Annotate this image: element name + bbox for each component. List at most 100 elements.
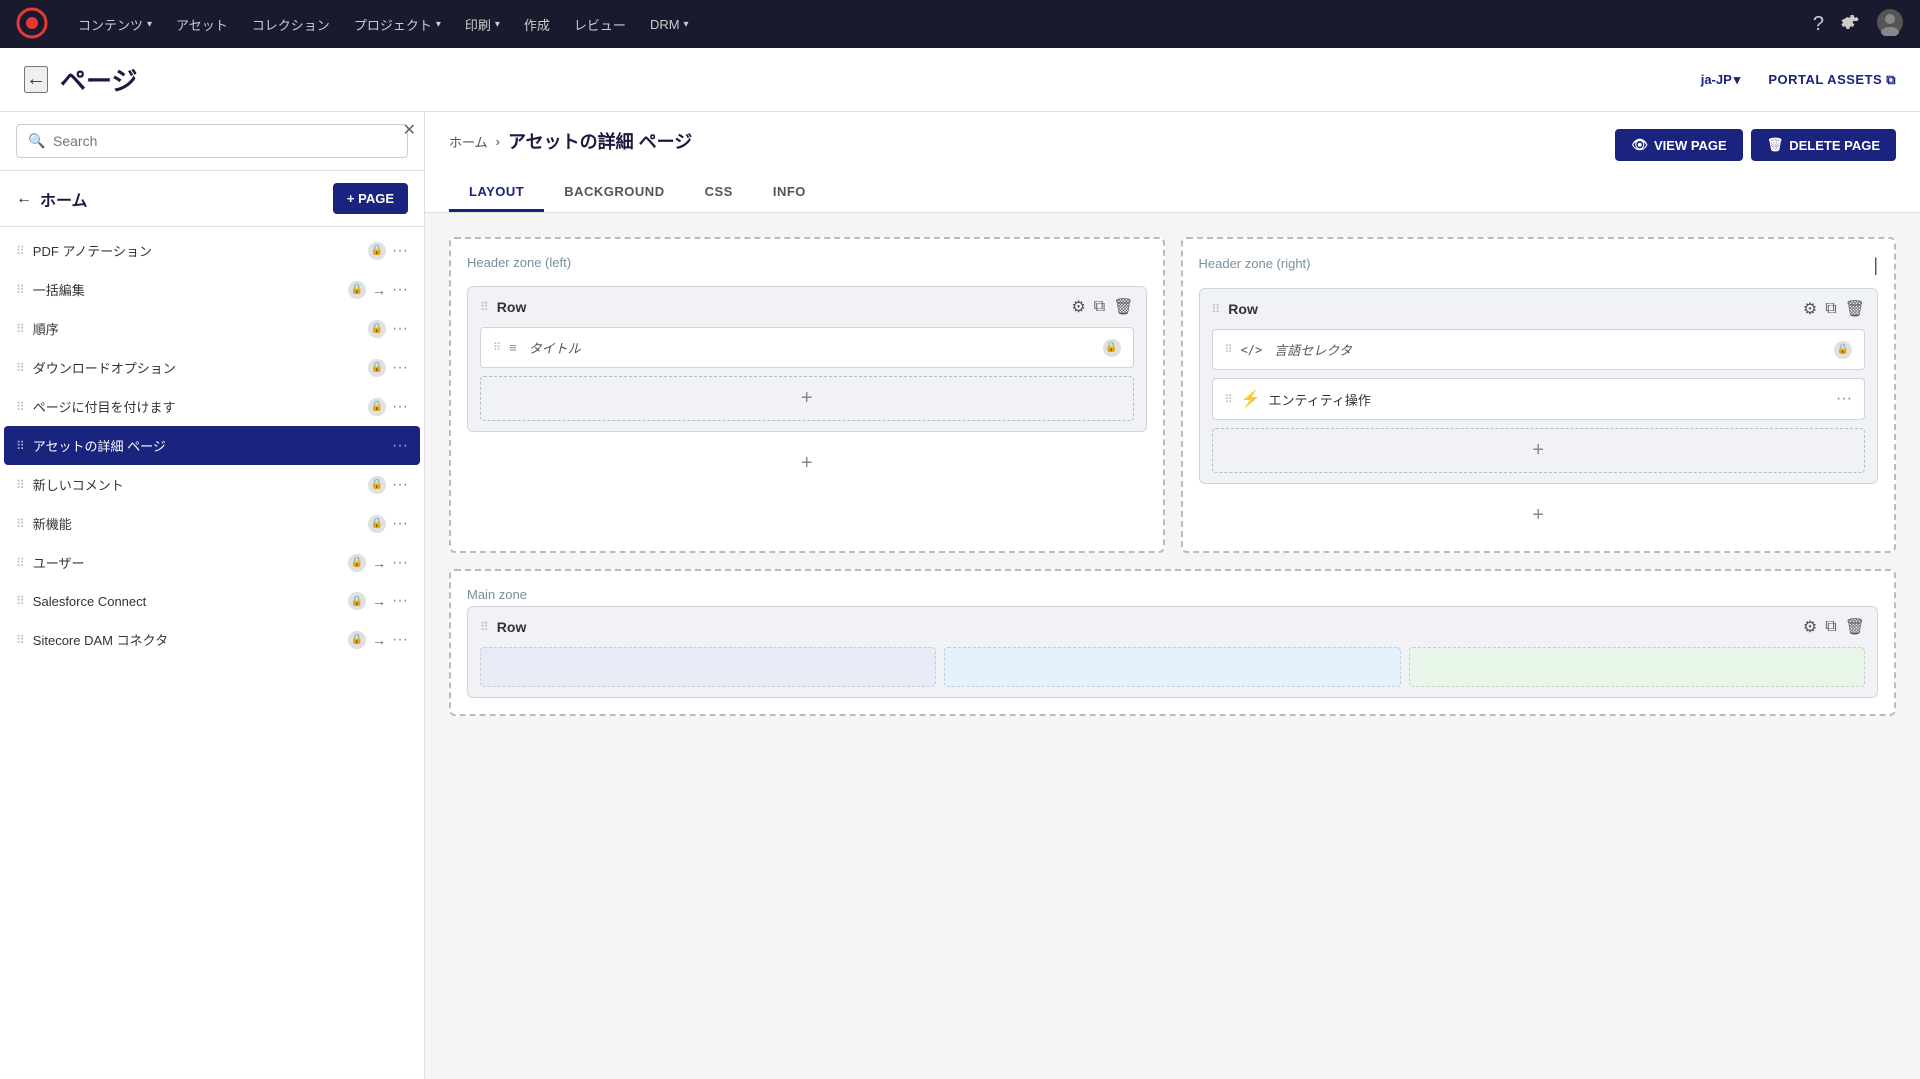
trash-icon: 🗑	[1767, 137, 1784, 153]
portal-assets-button[interactable]: PORTAL ASSETS ⧉	[1768, 72, 1896, 88]
search-input[interactable]	[16, 124, 408, 158]
row-card-main: ⠿ Row ⚙ ⧉ 🗑	[467, 606, 1878, 698]
lock-icon: 🔒	[368, 476, 386, 494]
sidebar-item-order[interactable]: ⠿ 順序 🔒 ···	[4, 309, 420, 348]
lock-icon: 🔒	[348, 554, 366, 572]
delete-page-button[interactable]: 🗑 DELETE PAGE	[1751, 129, 1896, 161]
drag-handle-icon: ⠿	[16, 594, 25, 608]
lock-icon: 🔒	[368, 320, 386, 338]
app-logo[interactable]	[16, 7, 64, 42]
row-copy-button[interactable]: ⧉	[1094, 298, 1105, 316]
more-options-icon[interactable]: ···	[392, 631, 408, 649]
sidebar-item-new-features[interactable]: ⠿ 新機能 🔒 ···	[4, 504, 420, 543]
action-buttons: 👁 VIEW PAGE 🗑 DELETE PAGE	[1615, 129, 1896, 161]
breadcrumb-home[interactable]: ホーム	[449, 132, 488, 151]
add-component-in-row-right-button[interactable]: +	[1212, 428, 1866, 473]
lock-icon: 🔒	[348, 631, 366, 649]
nav-contents[interactable]: コンテンツ ▾	[68, 9, 162, 40]
locale-selector[interactable]: ja-JP ▾	[1701, 72, 1741, 88]
lock-icon: 🔒	[348, 592, 366, 610]
entity-more-options-icon[interactable]: ···	[1836, 390, 1852, 408]
breadcrumb-separator: ›	[496, 134, 500, 149]
row-settings-button[interactable]: ⚙	[1071, 297, 1085, 317]
add-row-button-right[interactable]: +	[1199, 496, 1879, 535]
print-dropdown-arrow: ▾	[495, 19, 500, 30]
top-navigation: コンテンツ ▾ アセット コレクション プロジェクト ▾ 印刷 ▾ 作成 レビュ…	[0, 0, 1920, 48]
tab-layout[interactable]: LAYOUT	[449, 174, 544, 212]
back-button[interactable]: ←	[24, 66, 48, 93]
lock-icon: 🔒	[368, 515, 386, 533]
sidebar-item-asset-detail[interactable]: ⠿ アセットの詳細 ページ ···	[4, 426, 420, 465]
lock-icon: 🔒	[368, 242, 386, 260]
add-row-button-left[interactable]: +	[467, 444, 1147, 483]
add-component-in-row-button[interactable]: +	[480, 376, 1134, 421]
plus-icon: +	[801, 387, 813, 410]
row-actions-right: ⚙ ⧉ 🗑	[1803, 299, 1865, 319]
more-options-icon[interactable]: ···	[392, 320, 408, 338]
component-label: タイトル	[529, 338, 1095, 357]
more-options-icon[interactable]: ···	[392, 359, 408, 377]
sidebar-home-nav[interactable]: ← ホーム	[16, 187, 88, 211]
row-title: Row	[497, 299, 1064, 315]
sidebar-close-button[interactable]: ✕	[403, 120, 416, 140]
lock-icon: 🔒	[348, 281, 366, 299]
sidebar-item-bulk-edit[interactable]: ⠿ 一括編集 🔒 → ···	[4, 270, 420, 309]
drm-dropdown-arrow: ▾	[684, 19, 689, 30]
row-settings-button[interactable]: ⚙	[1803, 299, 1817, 319]
eye-icon: 👁	[1631, 137, 1648, 153]
row-title-main: Row	[497, 619, 1795, 635]
row-drag-handle-icon: ⠿	[1212, 302, 1221, 316]
view-page-button[interactable]: 👁 VIEW PAGE	[1615, 129, 1742, 161]
more-options-icon[interactable]: ···	[392, 554, 408, 572]
sidebar-item-download-options[interactable]: ⠿ ダウンロードオプション 🔒 ···	[4, 348, 420, 387]
sidebar-item-bookmarks[interactable]: ⠿ ページに付目を付けます 🔒 ···	[4, 387, 420, 426]
nav-drm[interactable]: DRM ▾	[640, 11, 699, 38]
more-options-icon[interactable]: ···	[392, 476, 408, 494]
more-options-icon[interactable]: ···	[392, 281, 408, 299]
tab-info[interactable]: INFO	[753, 174, 826, 212]
projects-dropdown-arrow: ▾	[436, 19, 441, 30]
main-column-3	[1409, 647, 1865, 687]
nav-arrow-icon: →	[372, 282, 386, 298]
help-icon[interactable]: ?	[1813, 13, 1824, 36]
nav-review[interactable]: レビュー	[564, 9, 636, 40]
more-options-icon[interactable]: ···	[392, 592, 408, 610]
sidebar-item-salesforce-connect[interactable]: ⠿ Salesforce Connect 🔒 → ···	[4, 582, 420, 620]
nav-collections[interactable]: コレクション	[242, 9, 340, 40]
add-page-button[interactable]: + PAGE	[333, 183, 408, 214]
user-avatar[interactable]	[1876, 8, 1904, 41]
row-delete-button[interactable]: 🗑	[1113, 297, 1133, 317]
header-zone-right-label-row: Header zone (right) |	[1199, 255, 1879, 276]
sidebar-item-sitecore-dam[interactable]: ⠿ Sitecore DAM コネクタ 🔒 → ···	[4, 620, 420, 659]
content-header: ホーム › アセットの詳細 ページ 👁 VIEW PAGE 🗑 DELETE P…	[425, 112, 1920, 213]
component-entity-operations: ⠿ ⚡ エンティティ操作 ···	[1212, 378, 1866, 420]
header-zone-right: Header zone (right) | ⠿ Row ⚙ ⧉	[1181, 237, 1897, 553]
more-options-icon[interactable]: ···	[392, 437, 408, 455]
top-zones: Header zone (left) ⠿ Row ⚙ ⧉ 🗑	[449, 237, 1896, 553]
breadcrumb: ホーム › アセットの詳細 ページ	[449, 128, 692, 154]
sidebar-item-label: Sitecore DAM コネクタ	[33, 630, 342, 649]
nav-print[interactable]: 印刷 ▾	[455, 9, 510, 40]
nav-projects[interactable]: プロジェクト ▾	[344, 9, 451, 40]
tab-background[interactable]: BACKGROUND	[544, 174, 684, 212]
main-column-1	[480, 647, 936, 687]
nav-arrow-icon: →	[372, 555, 386, 571]
entity-label: エンティティ操作	[1268, 390, 1828, 409]
more-options-icon[interactable]: ···	[392, 515, 408, 533]
tab-css[interactable]: CSS	[685, 174, 753, 212]
search-icon: 🔍	[28, 133, 45, 150]
more-options-icon[interactable]: ···	[392, 242, 408, 260]
nav-create[interactable]: 作成	[514, 9, 560, 40]
settings-icon[interactable]	[1840, 12, 1860, 37]
sidebar-item-users[interactable]: ⠿ ユーザー 🔒 → ···	[4, 543, 420, 582]
more-options-icon[interactable]: ···	[392, 398, 408, 416]
sidebar-item-pdf-annotation[interactable]: ⠿ PDF アノテーション 🔒 ···	[4, 231, 420, 270]
nav-assets[interactable]: アセット	[166, 9, 238, 40]
row-delete-button[interactable]: 🗑	[1845, 617, 1865, 637]
plus-icon: +	[1532, 439, 1544, 462]
row-copy-button[interactable]: ⧉	[1825, 618, 1836, 636]
row-delete-button[interactable]: 🗑	[1845, 299, 1865, 319]
row-settings-button[interactable]: ⚙	[1803, 617, 1817, 637]
row-copy-button[interactable]: ⧉	[1825, 300, 1836, 318]
sidebar-item-new-comment[interactable]: ⠿ 新しいコメント 🔒 ···	[4, 465, 420, 504]
